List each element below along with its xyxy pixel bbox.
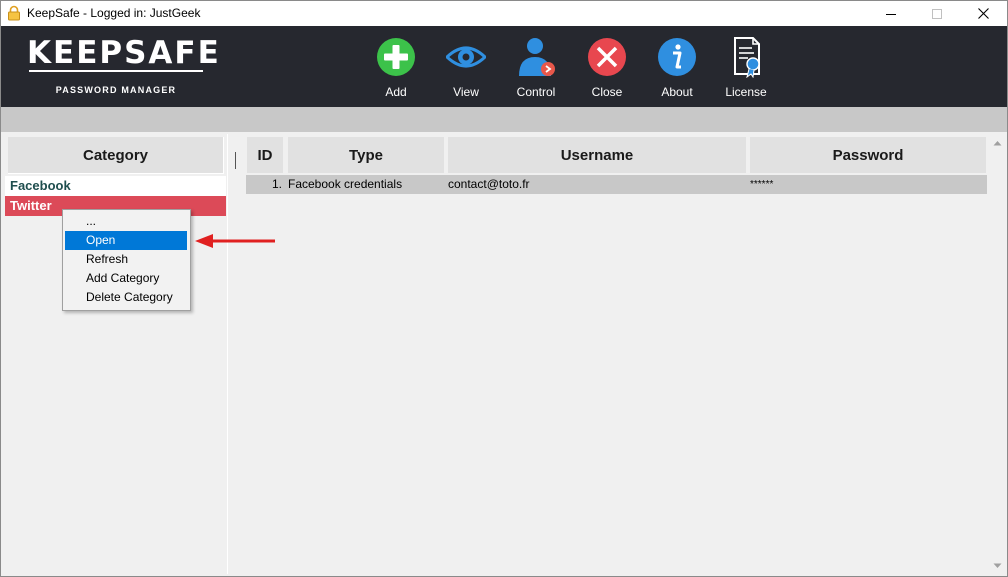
license-button-label: License <box>725 85 767 99</box>
scroll-up-button[interactable] <box>989 134 1006 151</box>
user-control-icon <box>516 36 556 78</box>
app-header: KEEPSAFE PASSWORD MANAGER Add View Contr… <box>1 26 1007 107</box>
vertical-scrollbar[interactable] <box>989 134 1006 574</box>
annotation-arrow-icon <box>193 231 277 251</box>
category-panel: Category Facebook Twitter <box>5 134 228 574</box>
credentials-grid: ID Type Username Password 1. Facebook cr… <box>244 134 989 574</box>
column-header-username[interactable]: Username <box>448 137 746 173</box>
view-button[interactable]: View <box>436 36 496 102</box>
padlock-icon <box>6 5 22 21</box>
cell-username: contact@toto.fr <box>448 177 530 191</box>
table-row[interactable]: 1. Facebook credentials contact@toto.fr … <box>246 175 987 194</box>
close-icon <box>977 8 989 19</box>
minimize-icon <box>886 13 896 15</box>
about-button[interactable]: About <box>647 36 707 102</box>
license-button[interactable]: License <box>716 36 776 102</box>
category-header[interactable]: Category <box>8 137 224 174</box>
panel-splitter[interactable] <box>235 152 236 169</box>
title-bar: KeepSafe - Logged in: JustGeek <box>1 1 1007 26</box>
brand-divider <box>29 70 203 72</box>
certificate-icon <box>726 36 766 79</box>
scroll-down-button[interactable] <box>989 557 1006 574</box>
brand-logo: KEEPSAFE <box>27 35 221 71</box>
column-header-password[interactable]: Password <box>750 137 986 173</box>
cell-type: Facebook credentials <box>288 177 403 191</box>
chevron-up-icon <box>993 140 1002 145</box>
menu-item-refresh[interactable]: Refresh <box>65 250 187 269</box>
menu-item-delete-category[interactable]: Delete Category <box>65 288 187 307</box>
about-button-label: About <box>661 85 693 99</box>
close-circle-icon <box>587 36 627 78</box>
cell-id: 1. <box>271 177 282 191</box>
close-window-button[interactable] <box>960 1 1006 26</box>
menu-item-ellipsis[interactable]: ... <box>65 212 187 231</box>
plus-circle-icon <box>376 36 416 78</box>
close-button-label: Close <box>591 85 623 99</box>
column-header-type[interactable]: Type <box>288 137 444 173</box>
column-header-id[interactable]: ID <box>247 137 283 173</box>
brand-subtitle: PASSWORD MANAGER <box>55 85 177 95</box>
cell-password: ****** <box>750 179 774 190</box>
eye-icon <box>444 36 488 78</box>
control-button[interactable]: Control <box>506 36 566 102</box>
context-menu: ... Open Refresh Add Category Delete Cat… <box>62 209 191 311</box>
minimize-button[interactable] <box>868 1 914 26</box>
menu-item-open[interactable]: Open <box>65 231 187 250</box>
control-button-label: Control <box>516 85 556 99</box>
app-window: KeepSafe - Logged in: JustGeek KEEPSAFE … <box>0 0 1008 577</box>
chevron-down-icon <box>993 563 1002 568</box>
add-button-label: Add <box>385 85 407 99</box>
category-item-facebook[interactable]: Facebook <box>5 176 226 196</box>
view-button-label: View <box>453 85 479 99</box>
info-circle-icon <box>657 36 697 78</box>
window-title: KeepSafe - Logged in: JustGeek <box>27 6 201 20</box>
toolbar-separator <box>1 107 1007 132</box>
maximize-icon <box>932 8 942 19</box>
menu-item-add-category[interactable]: Add Category <box>65 269 187 288</box>
add-button[interactable]: Add <box>366 36 426 102</box>
close-button[interactable]: Close <box>577 36 637 102</box>
maximize-button[interactable] <box>914 1 960 26</box>
